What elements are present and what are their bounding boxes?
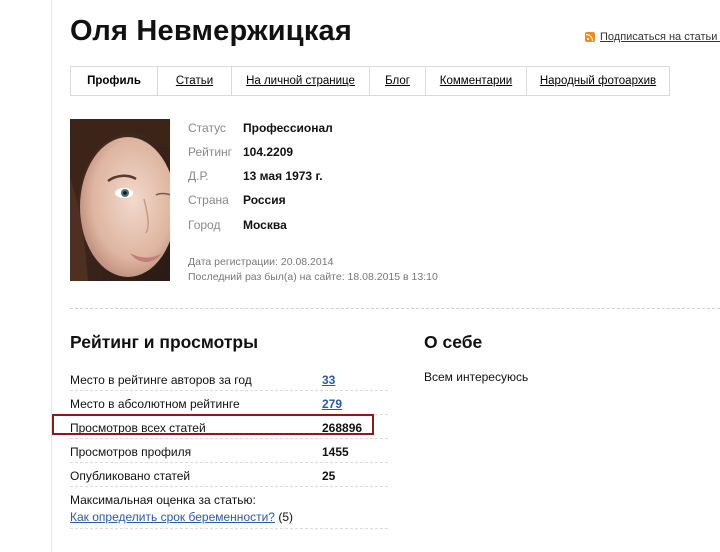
rss-icon	[585, 32, 595, 42]
stat-row-profile-views: Просмотров профиля 1455	[70, 438, 388, 463]
stat-label: Место в абсолютном рейтинге	[70, 397, 240, 411]
section-divider	[70, 308, 720, 309]
info-country: Страна Россия	[188, 192, 286, 208]
info-label: Статус	[188, 121, 226, 135]
info-label: Д.Р.	[188, 169, 209, 183]
tab-articles[interactable]: Статьи	[158, 67, 232, 95]
profile-name: Оля Невмержицкая	[70, 15, 352, 47]
info-status: Статус Профессионал	[188, 120, 333, 136]
registration-date: Дата регистрации: 20.08.2014	[188, 256, 334, 268]
tab-personal-page[interactable]: На личной странице	[232, 67, 370, 95]
tab-comments[interactable]: Комментарии	[426, 67, 527, 95]
left-rule	[51, 0, 52, 552]
subscribe-rss[interactable]: Подписаться на статьи а	[585, 31, 720, 43]
stat-value-link[interactable]: 33	[322, 373, 335, 387]
stat-label: Просмотров профиля	[70, 445, 192, 459]
about-title: О себе	[424, 332, 483, 352]
ratings-title: Рейтинг и просмотры	[70, 332, 259, 352]
info-value: 13 мая 1973 г.	[243, 169, 323, 183]
info-rating: Рейтинг 104.2209	[188, 144, 293, 160]
last-seen: Последний раз был(а) на сайте: 18.08.201…	[188, 271, 438, 283]
profile-tabs: Профиль Статьи На личной странице Блог К…	[70, 66, 670, 96]
max-score-label: Максимальная оценка за статью:	[70, 493, 256, 507]
stat-value: 25	[322, 469, 336, 483]
ratings-bottom-divider	[70, 528, 388, 529]
tab-blog[interactable]: Блог	[370, 67, 426, 95]
about-text: Всем интересуюсь	[424, 370, 529, 384]
info-birthdate: Д.Р. 13 мая 1973 г.	[188, 168, 323, 184]
highlight-box	[52, 414, 374, 435]
stat-row-year-rank: Место в рейтинге авторов за год 33	[70, 366, 388, 391]
info-label: Страна	[188, 193, 229, 207]
subscribe-link[interactable]: Подписаться на статьи а	[600, 31, 720, 43]
tab-profile[interactable]: Профиль	[71, 67, 158, 95]
info-label: Рейтинг	[188, 145, 233, 159]
info-label: Город	[188, 218, 221, 232]
stat-value: 1455	[322, 445, 349, 459]
info-value: Профессионал	[243, 121, 333, 135]
avatar	[70, 119, 170, 281]
stat-row-published: Опубликовано статей 25	[70, 462, 388, 487]
info-city: Город Москва	[188, 217, 287, 233]
info-value: 104.2209	[243, 145, 294, 159]
max-score-row: Как определить срок беременности? (5)	[70, 510, 293, 524]
stat-row-absolute-rank: Место в абсолютном рейтинге 279	[70, 390, 388, 415]
tab-photo-archive[interactable]: Народный фотоархив	[527, 67, 669, 95]
info-value: Россия	[243, 193, 286, 207]
stat-label: Опубликовано статей	[70, 469, 191, 483]
info-value: Москва	[243, 218, 287, 232]
top-article-score: (5)	[278, 510, 293, 524]
stat-label: Место в рейтинге авторов за год	[70, 373, 252, 387]
stat-value-link[interactable]: 279	[322, 397, 342, 411]
top-article-link[interactable]: Как определить срок беременности?	[70, 510, 275, 524]
